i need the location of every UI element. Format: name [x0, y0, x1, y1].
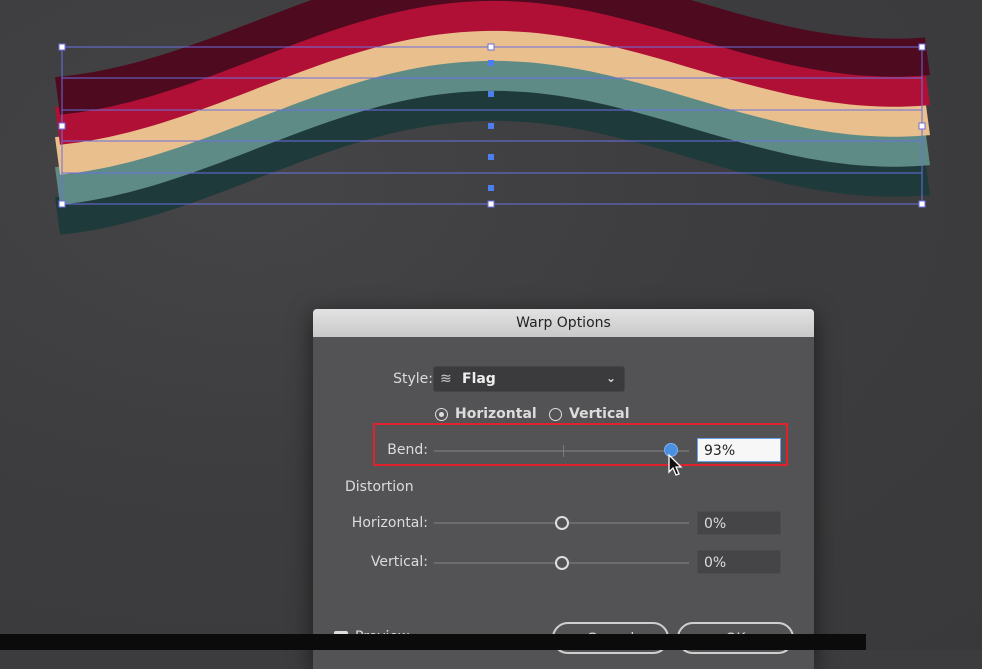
distortion-horizontal-handle[interactable] — [554, 516, 569, 530]
selection-handle[interactable] — [918, 43, 926, 51]
distortion-vertical-input[interactable]: 0% — [697, 550, 781, 574]
mesh-anchor-point[interactable] — [488, 185, 494, 191]
selection-handle[interactable] — [58, 122, 66, 130]
dialog-title: Warp Options — [313, 309, 814, 337]
selection-handle[interactable] — [487, 200, 495, 208]
distortion-vertical-handle[interactable] — [554, 556, 569, 570]
distortion-vertical-label: Vertical: — [370, 554, 428, 570]
style-dropdown-value: Flag — [462, 371, 496, 387]
mesh-anchor-point[interactable] — [488, 60, 494, 66]
warp-options-dialog: Warp Options Style: ≋ Flag ⌄ Horizontal … — [313, 309, 814, 669]
distortion-heading: Distortion — [345, 479, 414, 495]
mesh-anchor-point[interactable] — [488, 91, 494, 97]
mesh-anchor-point[interactable] — [488, 123, 494, 129]
horizontal-radio-label[interactable]: Horizontal — [455, 406, 537, 422]
selection-handle[interactable] — [487, 43, 495, 51]
style-label: Style: — [393, 371, 433, 387]
vertical-radio[interactable] — [549, 408, 562, 421]
vertical-radio-label[interactable]: Vertical — [569, 406, 630, 422]
selection-handle[interactable] — [918, 122, 926, 130]
distortion-horizontal-label: Horizontal: — [351, 515, 428, 531]
selection-handle[interactable] — [918, 200, 926, 208]
mouse-pointer-icon — [668, 454, 683, 476]
flag-warp-icon: ≋ — [440, 371, 452, 387]
selection-handle[interactable] — [58, 43, 66, 51]
style-dropdown[interactable]: ≋ Flag ⌄ — [433, 366, 625, 392]
bend-highlight-box — [373, 423, 788, 466]
horizontal-radio[interactable] — [435, 408, 448, 421]
selection-handle[interactable] — [58, 200, 66, 208]
distortion-horizontal-input[interactable]: 0% — [697, 511, 781, 535]
mesh-anchor-point[interactable] — [488, 154, 494, 160]
video-caption-bar — [0, 634, 866, 650]
chevron-down-icon: ⌄ — [605, 371, 616, 385]
